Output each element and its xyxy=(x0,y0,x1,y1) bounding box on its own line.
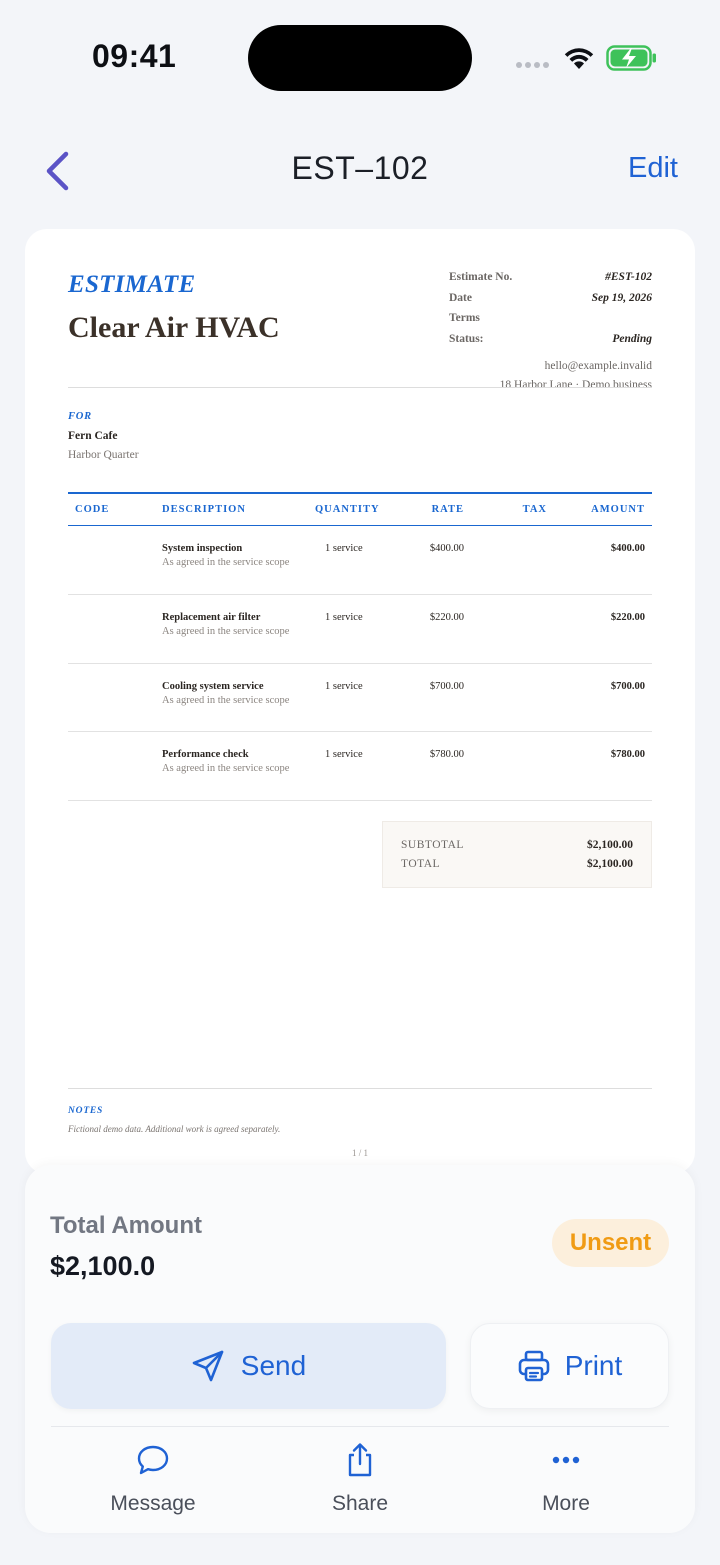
meta-row: Terms xyxy=(449,312,480,324)
column-header: QUANTITY xyxy=(315,504,380,515)
client-name: Fern Cafe xyxy=(68,430,118,442)
battery-charging-icon xyxy=(606,45,656,71)
edit-button[interactable]: Edit xyxy=(628,152,678,185)
business-name: Clear Air HVAC xyxy=(68,311,280,344)
column-header: CODE xyxy=(75,504,110,515)
share-label: Share xyxy=(331,1492,389,1515)
paper-plane-icon xyxy=(192,1350,224,1382)
page-title: EST–102 xyxy=(291,150,429,186)
column-header: TAX xyxy=(522,504,547,515)
meta-row: Status: Pending xyxy=(449,332,652,345)
cellular-signal-icon xyxy=(516,62,549,68)
business-contact: hello@example.invalid 18 Harbor Lane · D… xyxy=(500,357,652,395)
table-row: Replacement air filter As agreed in the s… xyxy=(68,595,652,664)
total-amount-value: $2,100.0 xyxy=(50,1251,156,1281)
more-dots-icon xyxy=(552,1456,580,1464)
table-row: Cooling system service As agreed in the s… xyxy=(68,664,652,733)
column-header: DESCRIPTION xyxy=(162,504,246,515)
send-button-label: Send xyxy=(240,1350,307,1381)
message-label: Message xyxy=(110,1492,196,1515)
table-header: CODE DESCRIPTION QUANTITY RATE TAX AMOUN… xyxy=(68,492,652,526)
table-row: Performance check As agreed in the servic… xyxy=(68,732,652,802)
send-button[interactable]: Send xyxy=(51,1323,446,1409)
notes-text: Fictional demo data. Additional work is … xyxy=(68,1124,281,1134)
document-title: ESTIMATE xyxy=(68,271,196,298)
meta-row: Date Sep 19, 2026 xyxy=(449,291,652,304)
status-badge: Unsent xyxy=(552,1219,669,1267)
bottom-action-panel: Total Amount $2,100.0 Unsent Send Print … xyxy=(25,1165,695,1533)
printer-icon xyxy=(518,1350,550,1382)
column-header: AMOUNT xyxy=(591,504,645,515)
total-row: TOTAL $2,100.00 xyxy=(401,858,633,870)
dynamic-island xyxy=(248,25,472,91)
subtotal-row: SUBTOTAL $2,100.00 xyxy=(401,839,633,851)
table-row: System inspection As agreed in the servic… xyxy=(68,526,652,595)
divider xyxy=(68,387,652,388)
print-button-label: Print xyxy=(564,1350,623,1381)
wifi-icon xyxy=(564,48,594,69)
estimate-document-preview: ESTIMATE Clear Air HVAC Estimate No. #ES… xyxy=(25,229,695,1174)
more-action[interactable]: More xyxy=(496,1440,636,1516)
totals-box: SUBTOTAL $2,100.00 TOTAL $2,100.00 xyxy=(382,821,652,888)
divider xyxy=(68,1088,652,1089)
line-items-table: CODE DESCRIPTION QUANTITY RATE TAX AMOUN… xyxy=(68,492,652,802)
share-action[interactable]: Share xyxy=(290,1440,430,1516)
total-amount-label: Total Amount xyxy=(50,1212,202,1239)
meta-row: Estimate No. #EST-102 xyxy=(449,271,652,283)
share-icon xyxy=(348,1443,372,1477)
for-label: FOR xyxy=(68,411,92,422)
business-address: 18 Harbor Lane · Demo business xyxy=(499,379,652,391)
status-time: 09:41 xyxy=(92,38,177,74)
notes-label: NOTES xyxy=(68,1106,104,1116)
message-bubble-icon xyxy=(137,1445,169,1475)
more-label: More xyxy=(542,1492,590,1515)
message-action[interactable]: Message xyxy=(83,1440,223,1516)
business-email: hello@example.invalid xyxy=(544,360,652,372)
column-header: RATE xyxy=(431,504,464,515)
divider xyxy=(51,1426,669,1427)
print-button[interactable]: Print xyxy=(470,1323,669,1409)
document-meta: Estimate No. #EST-102 Date Sep 19, 2026 … xyxy=(449,271,652,353)
page-indicator: 1 / 1 xyxy=(351,1148,368,1158)
client-address: Harbor Quarter xyxy=(68,449,139,461)
